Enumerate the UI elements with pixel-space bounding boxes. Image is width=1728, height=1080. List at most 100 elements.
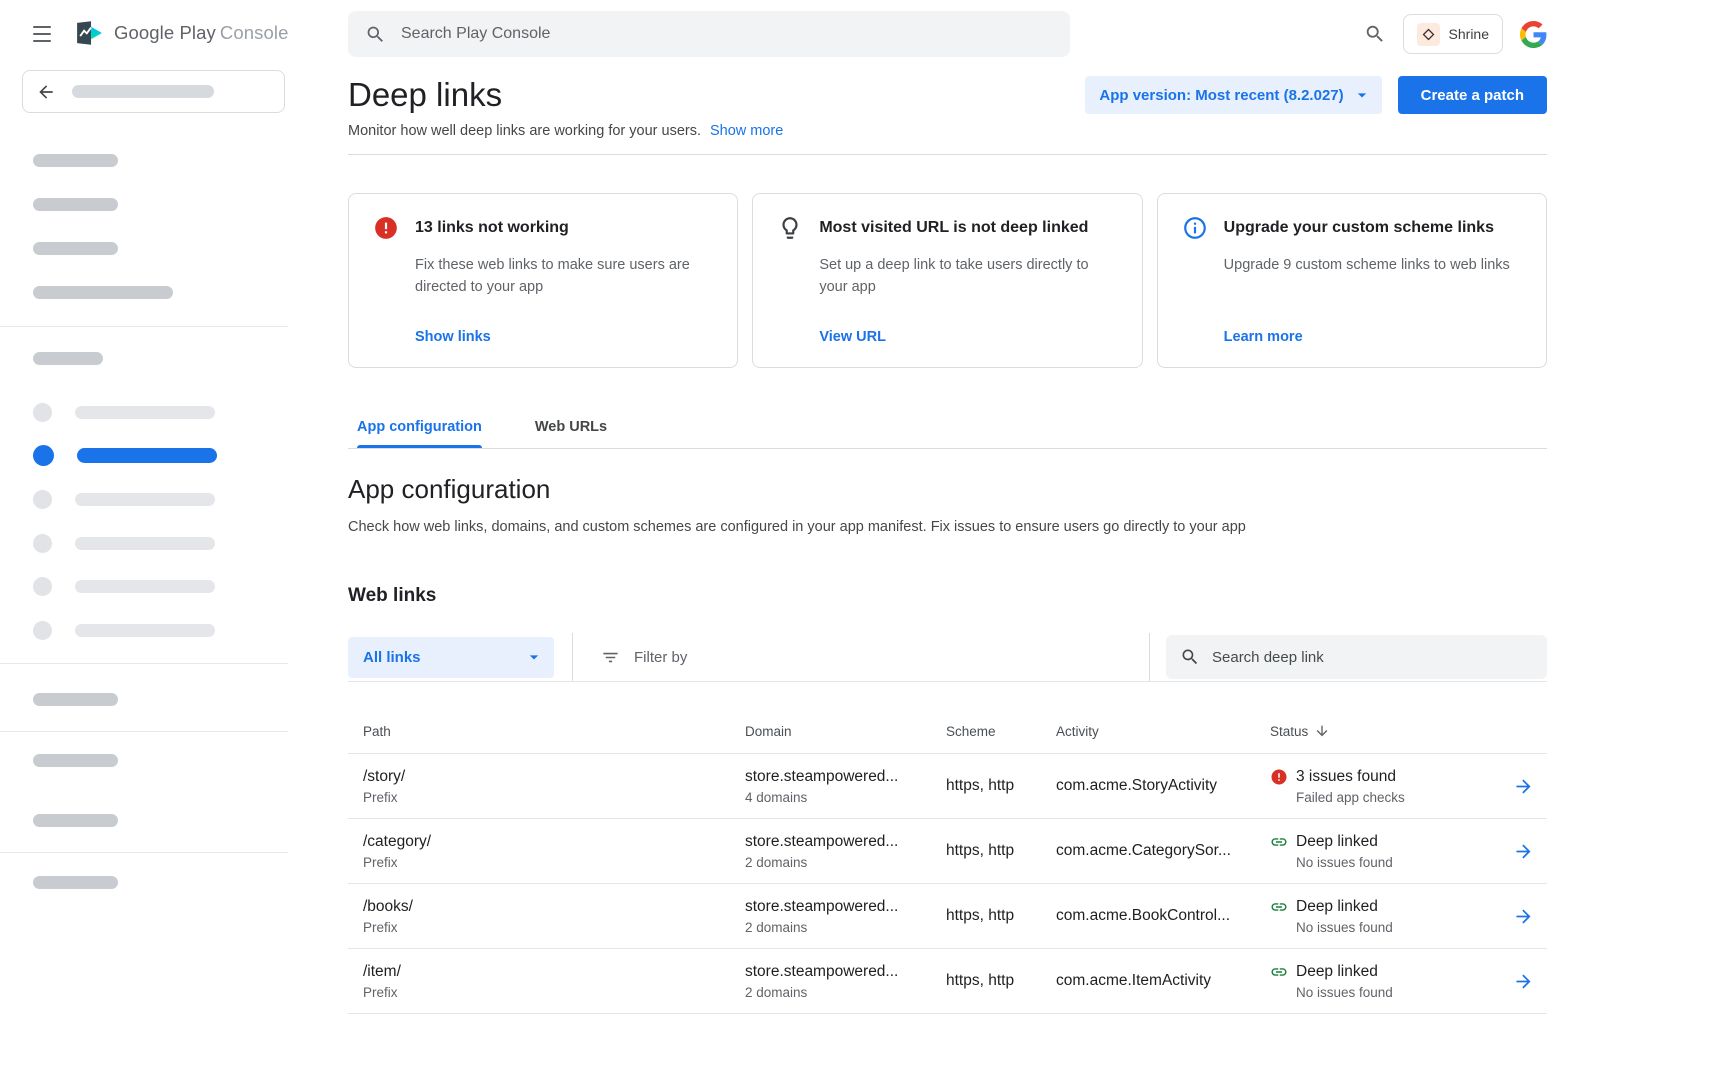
path-type: Prefix <box>363 790 745 805</box>
sidebar-item[interactable] <box>33 620 215 641</box>
domain-value: store.steampowered... <box>745 833 946 851</box>
status-detail: No issues found <box>1296 985 1499 1000</box>
tab-web-urls[interactable]: Web URLs <box>535 411 607 448</box>
skeleton-bar[interactable] <box>33 286 173 299</box>
table-row[interactable]: /item/Prefix store.steampowered...2 doma… <box>348 949 1547 1014</box>
status-badge: Deep linked <box>1270 898 1499 916</box>
divider <box>0 663 288 664</box>
path-value: /story/ <box>363 768 745 786</box>
skeleton-bar[interactable] <box>33 198 118 211</box>
chevron-down-icon <box>1352 85 1372 105</box>
status-text: Deep linked <box>1296 833 1378 851</box>
page-title: Deep links <box>348 76 502 114</box>
deep-link-search[interactable] <box>1166 635 1547 679</box>
divider <box>1149 633 1150 681</box>
tab-app-configuration[interactable]: App configuration <box>357 411 482 448</box>
links-filter-dropdown[interactable]: All links <box>348 637 554 678</box>
sidebar-item[interactable] <box>33 489 215 510</box>
scheme-value: https, http <box>946 842 1056 860</box>
scheme-value: https, http <box>946 777 1056 795</box>
sidebar-item[interactable] <box>33 533 215 554</box>
section-description: Check how web links, domains, and custom… <box>348 519 1547 535</box>
google-account-avatar[interactable] <box>1520 21 1547 48</box>
back-app-selector[interactable] <box>22 70 285 113</box>
tab-bar: App configuration Web URLs <box>348 411 1547 449</box>
logo-text-google-play: Google Play <box>114 22 216 43</box>
card-title: Most visited URL is not deep linked <box>819 219 1088 237</box>
sidebar-item[interactable] <box>33 402 215 423</box>
search-icon <box>365 24 386 45</box>
skeleton-bar[interactable] <box>33 242 118 255</box>
card-most-visited-url: Most visited URL is not deep linked Set … <box>752 193 1142 368</box>
status-text: Deep linked <box>1296 963 1378 981</box>
global-search-input[interactable] <box>401 25 1053 43</box>
skeleton-bar <box>75 493 215 506</box>
activity-value: com.acme.ItemActivity <box>1056 972 1270 990</box>
skeleton-bar[interactable] <box>33 814 118 827</box>
play-console-logo[interactable]: Google PlayConsole <box>74 20 288 46</box>
domain-count: 4 domains <box>745 790 946 805</box>
learn-more-link[interactable]: Learn more <box>1224 329 1522 345</box>
show-links-link[interactable]: Show links <box>415 329 713 345</box>
web-links-section: Web links All links Filter by <box>348 585 1547 1014</box>
play-console-deep-links-page: Google PlayConsole <box>0 0 1728 1080</box>
skeleton-icon <box>33 490 52 509</box>
shrine-app-icon <box>1417 23 1440 46</box>
skeleton-bar[interactable] <box>33 876 118 889</box>
open-link-details-button[interactable] <box>1509 902 1538 931</box>
menu-icon[interactable] <box>33 26 53 42</box>
filter-by-button[interactable]: Filter by <box>601 648 687 667</box>
info-icon <box>1182 215 1208 241</box>
filter-icon <box>601 648 620 667</box>
open-link-details-button[interactable] <box>1509 772 1538 801</box>
top-bar-actions: Shrine <box>1364 14 1547 54</box>
open-link-details-button[interactable] <box>1509 967 1538 996</box>
status-badge: Deep linked <box>1270 833 1499 851</box>
app-switcher-button[interactable]: Shrine <box>1403 14 1503 54</box>
skeleton-bar[interactable] <box>33 154 118 167</box>
sidebar-item-deep-links-active[interactable] <box>33 445 217 466</box>
arrow-forward-icon <box>1513 906 1534 927</box>
show-more-link[interactable]: Show more <box>710 123 783 139</box>
insight-cards: 13 links not working Fix these web links… <box>348 193 1547 368</box>
global-search[interactable] <box>348 11 1070 57</box>
skeleton-bar <box>77 448 217 463</box>
domain-value: store.steampowered... <box>745 768 946 786</box>
skeleton-bar[interactable] <box>33 754 118 767</box>
path-type: Prefix <box>363 920 745 935</box>
create-patch-button[interactable]: Create a patch <box>1398 76 1547 114</box>
divider <box>572 633 573 681</box>
column-header-activity: Activity <box>1056 724 1270 739</box>
app-version-dropdown[interactable]: App version: Most recent (8.2.027) <box>1085 76 1381 114</box>
arrow-forward-icon <box>1513 971 1534 992</box>
path-value: /item/ <box>363 963 745 981</box>
divider <box>0 326 288 327</box>
deep-link-search-input[interactable] <box>1212 649 1533 666</box>
table-row[interactable]: /category/Prefix store.steampowered...2 … <box>348 819 1547 884</box>
table-header-row: Path Domain Scheme Activity Status <box>348 682 1547 754</box>
table-row[interactable]: /story/Prefix store.steampowered... 4 dom… <box>348 754 1547 819</box>
deep-linked-icon <box>1270 963 1288 981</box>
status-badge: 3 issues found <box>1270 768 1499 786</box>
sidebar-item[interactable] <box>33 576 215 597</box>
card-body: Set up a deep link to take users directl… <box>819 254 1117 299</box>
column-header-scheme: Scheme <box>946 724 1056 739</box>
skeleton-bar <box>75 624 215 637</box>
back-arrow-icon <box>36 82 56 102</box>
table-row[interactable]: /books/Prefix store.steampowered... 2 dom… <box>348 884 1547 949</box>
skeleton-bar[interactable] <box>33 693 118 706</box>
path-value: /books/ <box>363 898 745 916</box>
arrow-forward-icon <box>1513 841 1534 862</box>
card-links-not-working: 13 links not working Fix these web links… <box>348 193 738 368</box>
activity-value: com.acme.StoryActivity <box>1056 777 1270 795</box>
domain-value: store.steampowered... <box>745 898 946 916</box>
path-type: Prefix <box>363 985 745 1000</box>
search-icon-button[interactable] <box>1364 23 1386 45</box>
skeleton-icon <box>33 534 52 553</box>
view-url-link[interactable]: View URL <box>819 329 1117 345</box>
open-link-details-button[interactable] <box>1509 837 1538 866</box>
domain-count: 2 domains <box>745 920 946 935</box>
path-value: /category/ <box>363 833 745 851</box>
status-badge: Deep linked <box>1270 963 1499 981</box>
column-header-status[interactable]: Status <box>1270 723 1499 739</box>
